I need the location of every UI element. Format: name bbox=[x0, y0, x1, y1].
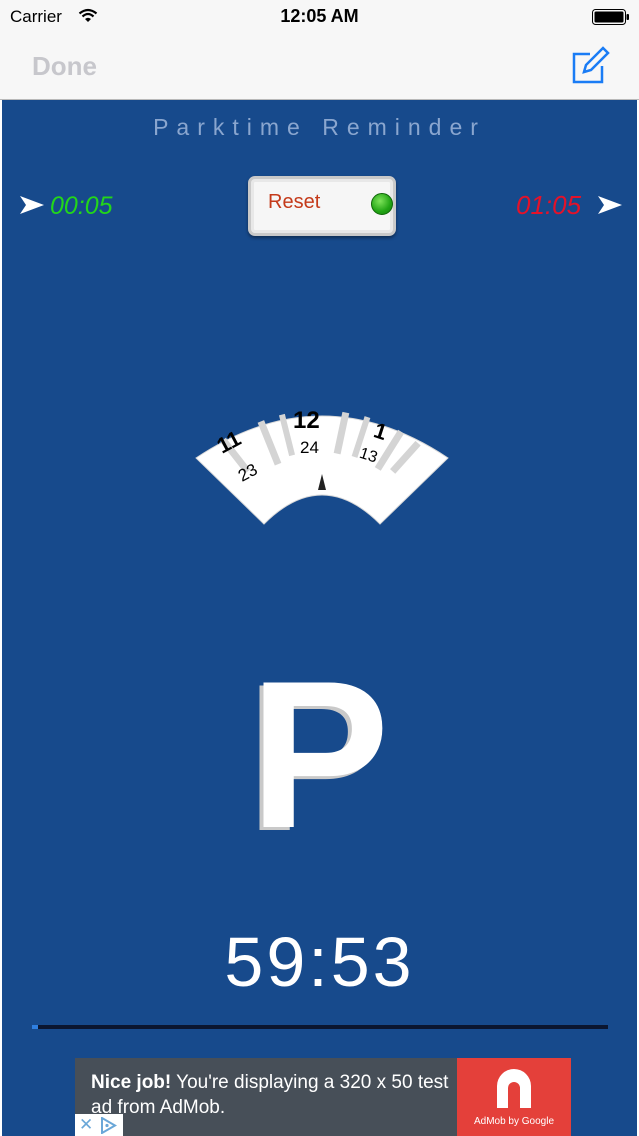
nav-bar: Done bbox=[0, 34, 639, 100]
parking-dial[interactable]: 11 12 1 23 24 13 bbox=[192, 398, 452, 528]
parking-symbol: P bbox=[249, 637, 390, 872]
arrow-right-icon bbox=[598, 196, 622, 214]
dial-hour-24: 24 bbox=[300, 438, 319, 457]
ad-text: Nice job! You're displaying a 320 x 50 t… bbox=[91, 1070, 461, 1120]
compose-icon[interactable] bbox=[570, 46, 610, 86]
battery-icon bbox=[592, 9, 629, 25]
admob-logo-icon bbox=[497, 1069, 531, 1108]
done-button[interactable]: Done bbox=[32, 51, 97, 82]
status-time: 12:05 AM bbox=[280, 6, 359, 26]
reset-label: Reset bbox=[268, 191, 321, 213]
status-led bbox=[371, 193, 393, 215]
reset-button[interactable]: Reset bbox=[248, 176, 396, 236]
dial-hour-12: 12 bbox=[293, 407, 320, 434]
status-bar: Carrier 12:05 AM bbox=[0, 0, 639, 34]
adchoices[interactable]: ✕ bbox=[75, 1114, 123, 1136]
app-title: Parktime Reminder bbox=[153, 114, 486, 140]
close-icon[interactable]: ✕ bbox=[79, 1115, 93, 1135]
adchoices-icon[interactable] bbox=[100, 1117, 118, 1134]
ad-headline-bold: Nice job! bbox=[91, 1072, 172, 1093]
ad-banner[interactable]: Nice job! You're displaying a 320 x 50 t… bbox=[75, 1058, 571, 1136]
elapsed-time: 00:05 bbox=[50, 192, 113, 220]
main-panel: Parktime Reminder 00:05 Reset 01:05 11 1… bbox=[0, 100, 639, 1136]
progress-fill bbox=[32, 1025, 38, 1029]
admob-logo-box[interactable]: AdMob by Google bbox=[457, 1058, 571, 1136]
alarm-time: 01:05 bbox=[516, 190, 582, 220]
countdown-timer: 59:53 bbox=[224, 923, 415, 1001]
progress-bar bbox=[32, 1025, 608, 1029]
admob-logo-label: AdMob by Google bbox=[473, 1116, 555, 1127]
arrow-right-icon bbox=[20, 196, 44, 214]
